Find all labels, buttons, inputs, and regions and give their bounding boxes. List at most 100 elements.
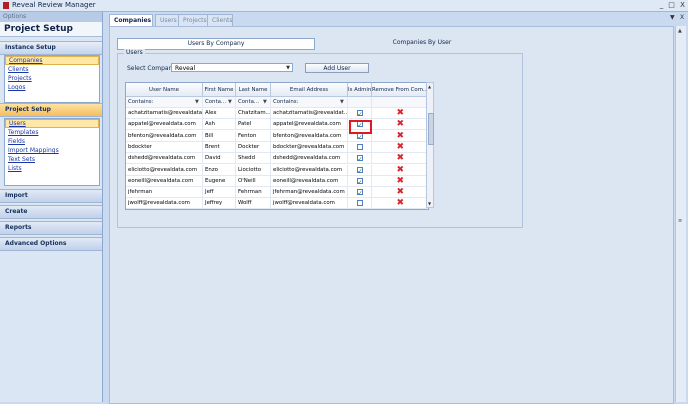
nav-projects[interactable]: Projects bbox=[5, 74, 99, 83]
nav-companies[interactable]: Companies bbox=[5, 56, 99, 65]
remove-icon[interactable]: ✖ bbox=[397, 131, 405, 141]
grid-header-row: User Name First Name Last Name Email Add… bbox=[126, 83, 428, 97]
col-last-name[interactable]: Last Name bbox=[236, 83, 271, 97]
cell-first-name: Brent bbox=[203, 141, 236, 153]
tab-list-dropdown-icon[interactable]: ▼ bbox=[670, 14, 675, 21]
create-header[interactable]: Create bbox=[0, 205, 102, 219]
col-first-name[interactable]: First Name bbox=[203, 83, 236, 97]
cell-is-admin bbox=[348, 108, 372, 119]
filter-last-name[interactable]: Conta... ▼ bbox=[236, 97, 271, 108]
cell-first-name: Jeff bbox=[203, 187, 236, 199]
nav-text-sets[interactable]: Text Sets bbox=[5, 155, 99, 164]
cell-last-name: Fenton bbox=[236, 130, 271, 142]
table-row[interactable]: jwolff@revealdata.com Jeffrey Wolff jwolff@… bbox=[126, 198, 428, 209]
project-setup-header[interactable]: Project Setup bbox=[0, 103, 102, 117]
is-admin-checkbox[interactable] bbox=[356, 154, 363, 163]
nav-logos[interactable]: Logos bbox=[5, 83, 99, 92]
filter-icon[interactable]: ▼ bbox=[340, 100, 345, 105]
table-row[interactable]: eliciotto@revealdata.com Enzo Liociotto eli… bbox=[126, 164, 428, 176]
maximize-button[interactable]: □ bbox=[667, 0, 676, 11]
cell-is-admin bbox=[348, 164, 372, 176]
cell-user-name: jfehrman bbox=[126, 187, 203, 199]
col-is-admin[interactable]: Is Admin bbox=[348, 83, 372, 97]
nav-lists[interactable]: Lists bbox=[5, 164, 99, 173]
is-admin-checkbox[interactable] bbox=[356, 200, 363, 207]
close-tab-icon[interactable]: X bbox=[680, 14, 684, 21]
instance-setup-header[interactable]: Instance Setup bbox=[0, 41, 102, 55]
filter-email[interactable]: Contains: ▼ bbox=[271, 97, 348, 108]
table-row[interactable]: bdockter Brent Dockter bdockter@revealdata.… bbox=[126, 141, 428, 153]
filter-icon[interactable]: ▼ bbox=[263, 100, 268, 105]
subtab-users-by-company[interactable]: Users By Company bbox=[117, 38, 315, 50]
cell-is-admin bbox=[348, 141, 372, 153]
reports-header[interactable]: Reports bbox=[0, 221, 102, 235]
grid-scroll-up-icon[interactable]: ▲ bbox=[428, 84, 431, 89]
cell-email: dshedd@revealdata.com bbox=[271, 153, 348, 165]
chevron-down-icon[interactable]: ▼ bbox=[286, 64, 290, 73]
select-company-label: Select Company: bbox=[127, 65, 178, 72]
cell-last-name: Shedd bbox=[236, 153, 271, 165]
close-button[interactable]: X bbox=[678, 0, 687, 11]
remove-icon[interactable]: ✖ bbox=[397, 142, 405, 152]
cell-user-name: appatel@revealdata.com bbox=[126, 119, 203, 131]
cell-email: appatel@revealdata.com bbox=[271, 119, 348, 131]
table-row[interactable]: jfehrman Jeff Fehrman jfehrman@revealdata.c… bbox=[126, 187, 428, 199]
cell-first-name: David bbox=[203, 153, 236, 165]
grid-scroll-thumb[interactable] bbox=[428, 113, 434, 145]
minimize-button[interactable]: _ bbox=[657, 0, 666, 11]
col-remove[interactable]: Remove From Com... bbox=[372, 83, 428, 97]
filter-icon[interactable]: ▼ bbox=[195, 100, 200, 105]
add-user-button[interactable]: Add User bbox=[305, 63, 369, 73]
app-icon bbox=[3, 2, 9, 9]
subtab-companies-by-user[interactable]: Companies By User bbox=[322, 38, 522, 48]
cell-remove: ✖ bbox=[372, 153, 428, 165]
cell-first-name: Ash bbox=[203, 119, 236, 131]
col-email[interactable]: Email Address bbox=[271, 83, 348, 97]
remove-icon[interactable]: ✖ bbox=[397, 187, 405, 197]
grid-vertical-scrollbar[interactable]: ▲ ▼ bbox=[426, 82, 434, 208]
col-user-name[interactable]: User Name bbox=[126, 83, 203, 97]
remove-icon[interactable]: ✖ bbox=[397, 153, 405, 163]
remove-icon[interactable]: ✖ bbox=[397, 108, 405, 118]
nav-fields[interactable]: Fields bbox=[5, 137, 99, 146]
cell-is-admin bbox=[348, 198, 372, 209]
remove-icon[interactable]: ✖ bbox=[397, 119, 405, 129]
company-select-value: Reveal bbox=[175, 65, 196, 72]
table-row[interactable]: eoneill@revealdata.com Eugene O'Neill eonei… bbox=[126, 175, 428, 187]
highlight-annotation-box bbox=[349, 120, 372, 134]
is-admin-checkbox[interactable] bbox=[356, 143, 363, 150]
table-row[interactable]: dshedd@revealdata.com David Shedd dshedd@re… bbox=[126, 153, 428, 165]
vertical-scrollbar[interactable]: ▲ ≡ bbox=[675, 26, 686, 402]
cell-remove: ✖ bbox=[372, 175, 428, 187]
cell-first-name: Enzo bbox=[203, 164, 236, 176]
remove-icon[interactable]: ✖ bbox=[397, 198, 405, 208]
filter-icon[interactable]: ▼ bbox=[228, 100, 233, 105]
cell-last-name: O'Neill bbox=[236, 175, 271, 187]
table-row[interactable]: appatel@revealdata.com Ash Patel appatel@re… bbox=[126, 119, 428, 131]
table-row[interactable]: bfenton@revealdata.com Bill Fenton bfenton@… bbox=[126, 130, 428, 142]
is-admin-checkbox[interactable] bbox=[356, 188, 363, 197]
advanced-options-header[interactable]: Advanced Options bbox=[0, 237, 102, 251]
table-row[interactable]: achatzitamatis@revealdata... Alex Chatzita… bbox=[126, 108, 428, 119]
company-select[interactable]: Reveal ▼ bbox=[171, 63, 293, 72]
cell-remove: ✖ bbox=[372, 119, 428, 131]
nav-clients[interactable]: Clients bbox=[5, 65, 99, 74]
is-admin-checkbox[interactable] bbox=[356, 177, 363, 186]
remove-icon[interactable]: ✖ bbox=[397, 176, 405, 186]
filter-is-admin bbox=[348, 97, 372, 108]
remove-icon[interactable]: ✖ bbox=[397, 165, 405, 175]
filter-first-name[interactable]: Conta... ▼ bbox=[203, 97, 236, 108]
grid-scroll-down-icon[interactable]: ▼ bbox=[428, 201, 431, 206]
cell-remove: ✖ bbox=[372, 198, 428, 209]
filter-user-name[interactable]: Contains: ▼ bbox=[126, 97, 203, 108]
is-admin-checkbox[interactable] bbox=[356, 166, 363, 175]
scroll-thumb-icon[interactable]: ≡ bbox=[678, 218, 682, 224]
cell-first-name: Bill bbox=[203, 130, 236, 142]
cell-last-name: Fehrman bbox=[236, 187, 271, 199]
nav-import-mappings[interactable]: Import Mappings bbox=[5, 146, 99, 155]
nav-users[interactable]: Users bbox=[5, 119, 99, 128]
nav-templates[interactable]: Templates bbox=[5, 128, 99, 137]
is-admin-checkbox[interactable] bbox=[356, 109, 363, 118]
import-header[interactable]: Import bbox=[0, 189, 102, 203]
scroll-up-icon[interactable]: ▲ bbox=[678, 28, 682, 34]
